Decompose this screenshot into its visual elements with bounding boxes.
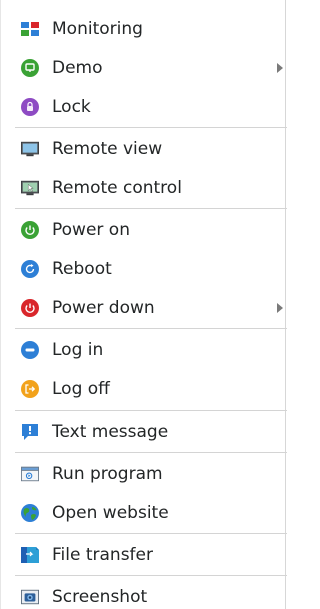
menu-item-text-message[interactable]: Text message <box>1 413 287 451</box>
menu-separator <box>15 127 287 128</box>
chevron-right-icon <box>275 62 285 74</box>
menu-item-lock[interactable]: Lock <box>1 88 287 126</box>
globe-icon <box>21 504 39 522</box>
menu-separator <box>15 410 287 411</box>
menu-item-label: Remote view <box>52 139 163 159</box>
menu-item-label: Open website <box>52 503 169 523</box>
menu-item-label: Text message <box>52 422 169 442</box>
log-in-icon <box>21 341 39 359</box>
log-off-icon <box>21 380 39 398</box>
remote-view-monitor-icon <box>21 140 39 158</box>
menu-item-reboot[interactable]: Reboot <box>1 250 287 288</box>
text-message-icon <box>21 423 39 441</box>
menu-item-label: Remote control <box>52 178 182 198</box>
screenshot-camera-icon <box>21 588 39 606</box>
menu-item-file-transfer[interactable]: File transfer <box>1 536 287 574</box>
file-transfer-icon <box>21 546 39 564</box>
demo-screen-icon <box>21 59 39 77</box>
menu-item-open-website[interactable]: Open website <box>1 494 287 532</box>
menu-item-log-in[interactable]: Log in <box>1 331 287 369</box>
menu-item-label: Log off <box>52 379 110 399</box>
menu-item-screenshot[interactable]: Screenshot <box>1 578 287 609</box>
menu-separator <box>15 208 287 209</box>
remote-control-monitor-icon <box>21 179 39 197</box>
menu-item-power-down[interactable]: Power down <box>1 289 287 327</box>
menu-separator <box>15 533 287 534</box>
chevron-right-icon <box>275 302 285 314</box>
power-down-icon <box>21 299 39 317</box>
menu-item-label: Power down <box>52 298 155 318</box>
context-menu: Monitoring Demo Lock Remote view Remote … <box>0 0 287 609</box>
menu-item-label: Log in <box>52 340 104 360</box>
menu-item-monitoring[interactable]: Monitoring <box>1 10 287 48</box>
power-on-icon <box>21 221 39 239</box>
menu-item-label: Lock <box>52 97 91 117</box>
menu-item-label: File transfer <box>52 545 153 565</box>
monitoring-grid-icon <box>21 20 39 38</box>
lock-icon <box>21 98 39 116</box>
menu-item-remote-view[interactable]: Remote view <box>1 130 287 168</box>
menu-item-label: Demo <box>52 58 103 78</box>
run-program-icon <box>21 465 39 483</box>
menu-item-label: Monitoring <box>52 19 143 39</box>
menu-separator <box>15 452 287 453</box>
reboot-icon <box>21 260 39 278</box>
menu-item-power-on[interactable]: Power on <box>1 211 287 249</box>
menu-item-label: Reboot <box>52 259 112 279</box>
menu-item-label: Run program <box>52 464 163 484</box>
menu-item-label: Power on <box>52 220 130 240</box>
menu-item-run-program[interactable]: Run program <box>1 455 287 493</box>
menu-separator <box>15 328 287 329</box>
menu-item-demo[interactable]: Demo <box>1 49 287 87</box>
menu-item-log-off[interactable]: Log off <box>1 370 287 408</box>
menu-item-label: Screenshot <box>52 587 148 607</box>
menu-item-remote-control[interactable]: Remote control <box>1 169 287 207</box>
menu-separator <box>15 575 287 576</box>
